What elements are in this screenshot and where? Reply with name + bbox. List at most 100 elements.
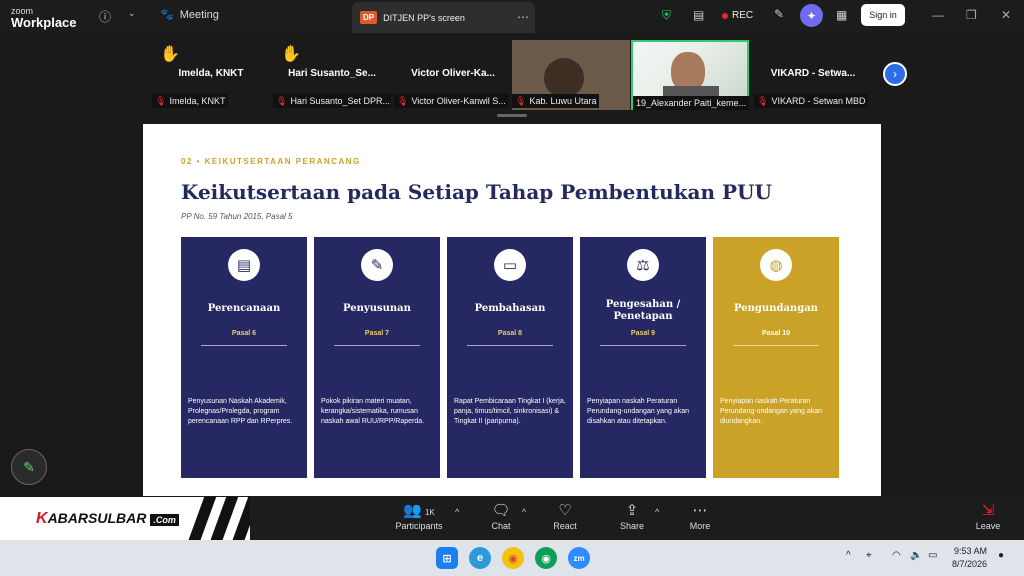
brand-name: KABARSULBAR .Com xyxy=(36,510,179,528)
participant-name: Victor Oliver-Ka... xyxy=(411,68,495,79)
mic-off-icon: 🎙 xyxy=(397,95,409,106)
card-description: Rapat Pembicaraan Tingkat I (kerja, panj… xyxy=(454,398,566,425)
card-description: Penyusunan Naskah Akademik, Prolegnas/Pr… xyxy=(188,398,293,425)
stage-card: ✎ Penyusunan Pasal 7 Pokok pikiran mater… xyxy=(314,237,440,478)
recording-indicator[interactable]: REC xyxy=(722,10,753,21)
sharer-badge: DP xyxy=(360,11,378,24)
minimize-icon[interactable]: — xyxy=(932,8,944,22)
shared-slide: 02 • KEIKUTSERTAAN PERANCANG Keikutserta… xyxy=(143,124,881,496)
participants-icon: 👥 1K xyxy=(403,502,435,519)
close-icon[interactable]: ✕ xyxy=(1001,8,1011,22)
stage-card: ▤ Perencanaan Pasal 6 Penyusunan Naskah … xyxy=(181,237,307,478)
screen-share-tab[interactable]: DP DITJEN PP's screen ⋯ xyxy=(352,2,535,33)
stage-card: ▭ Pembahasan Pasal 8 Rapat Pembicaraan T… xyxy=(447,237,573,478)
apps-icon[interactable]: ▦ xyxy=(836,8,847,22)
record-dot-icon xyxy=(722,12,728,19)
participant-tile[interactable]: ✋ Hari Susanto_Se... 🎙 Hari Susanto_Set D… xyxy=(273,40,391,110)
mic-off-icon: 🎙 xyxy=(515,95,527,106)
edge-icon[interactable]: e xyxy=(469,547,491,569)
meeting-toolbar: KABARSULBAR .Com 👥 1K Participants ^ 🗨 Cha… xyxy=(0,497,1024,540)
more-button[interactable]: ⋯ More xyxy=(670,501,730,531)
slide-title: Keikutsertaan pada Setiap Tahap Pembentu… xyxy=(181,180,772,204)
notification-icon[interactable]: ● xyxy=(998,550,1004,561)
participants-button[interactable]: 👥 1K Participants xyxy=(389,501,449,531)
participant-name: VIKARD - Setwa... xyxy=(770,68,856,79)
share-button[interactable]: ⇪ Share xyxy=(602,501,662,531)
watermark-logo: KABARSULBAR .Com xyxy=(0,497,250,540)
participant-label-text: Imelda, KNKT xyxy=(169,96,226,106)
card-divider xyxy=(600,345,686,346)
participant-video-tile[interactable]: 🎙 Kab. Luwu Utara xyxy=(512,40,630,110)
wifi-icon[interactable]: ◠ xyxy=(892,550,901,561)
participant-label-text: VIKARD - Setwan MBD xyxy=(771,96,866,106)
meeting-tab[interactable]: 🐾 Meeting xyxy=(160,8,219,22)
gavel-icon: ⚖ xyxy=(627,249,659,281)
participants-count: 1K xyxy=(424,508,435,517)
rec-label: REC xyxy=(732,10,754,21)
participant-label-text: Kab. Luwu Utara xyxy=(529,96,597,106)
sign-in-button[interactable]: Sign in xyxy=(861,4,905,26)
chrome-icon[interactable]: ◉ xyxy=(502,547,524,569)
tray-expand-icon[interactable]: ^ xyxy=(846,550,851,561)
participant-label: 🎙 Imelda, KNKT xyxy=(152,94,229,108)
clock-date: 8/7/2026 xyxy=(952,559,988,569)
more-label: More xyxy=(689,521,711,531)
logo-line2: Workplace xyxy=(11,15,77,30)
participant-name: Hari Susanto_Se... xyxy=(288,68,376,79)
battery-icon[interactable]: ▭ xyxy=(928,550,937,561)
card-description: Penyiapan naskah Peraturan Perundang-und… xyxy=(720,398,822,425)
more-icon: ⋯ xyxy=(692,502,708,519)
card-divider xyxy=(334,345,420,346)
shield-icon[interactable]: ⛨ xyxy=(662,8,671,23)
participant-name: Imelda, KNKT xyxy=(178,68,244,79)
info-icon[interactable]: ⓘ xyxy=(99,8,111,25)
participants-strip: ✋ Imelda, KNKT 🎙 Imelda, KNKT ✋ Hari Susa… xyxy=(0,34,1024,120)
zoom-app-icon[interactable]: zm xyxy=(568,547,590,569)
raised-hand-icon: ✋ xyxy=(281,46,301,63)
location-icon[interactable]: ⌖ xyxy=(866,550,872,561)
strip-drag-handle[interactable] xyxy=(497,114,527,117)
participant-tile[interactable]: ✋ Imelda, KNKT 🎙 Imelda, KNKT xyxy=(152,40,270,110)
document-icon: ▤ xyxy=(228,249,260,281)
leave-button[interactable]: ⇲ Leave xyxy=(958,501,1018,531)
wand-icon[interactable]: ✎ xyxy=(774,7,784,21)
system-clock[interactable]: 9:53 AM 8/7/2026 xyxy=(952,545,987,571)
participant-label-text: Victor Oliver-Kanwil S... xyxy=(411,96,506,106)
video-person xyxy=(544,58,584,98)
restore-icon[interactable]: ❐ xyxy=(966,8,977,22)
react-button[interactable]: ♡ React xyxy=(535,501,595,531)
participant-label: 🎙 Kab. Luwu Utara xyxy=(512,94,600,108)
chevron-down-icon[interactable]: ⌄ xyxy=(128,8,136,19)
share-title: DITJEN PP's screen xyxy=(383,12,465,23)
clock-time: 9:53 AM xyxy=(954,546,988,556)
card-divider xyxy=(467,345,553,346)
leave-label: Leave xyxy=(975,521,1001,531)
participant-tile[interactable]: VIKARD - Setwa... 🎙 VIKARD - Setwan MBD xyxy=(754,40,872,110)
participant-label-text: 19_Alexander Paiti_keme... xyxy=(636,98,747,108)
annotate-button[interactable]: ✎ xyxy=(11,449,47,485)
brand-com: .Com xyxy=(150,514,179,526)
react-label: React xyxy=(553,521,577,531)
participant-label: 🎙 VIKARD - Setwan MBD xyxy=(754,94,869,108)
volume-icon[interactable]: 🔈 xyxy=(910,550,922,561)
title-bar: zoom Workplace ⓘ ⌄ 🐾 Meeting DP DITJEN P… xyxy=(0,0,1024,34)
meeting-label: Meeting xyxy=(179,8,219,21)
slide-subtitle: PP No. 59 Tahun 2015, Pasal 5 xyxy=(181,212,293,221)
more-options-icon[interactable]: ⋯ xyxy=(517,10,529,24)
participant-tile[interactable]: Victor Oliver-Ka... 🎙 Victor Oliver-Kanwi… xyxy=(394,40,512,110)
card-description: Pokok pikiran materi muatan, kerangka/si… xyxy=(321,398,425,425)
next-page-button[interactable]: › xyxy=(883,62,907,86)
chat-caret-icon[interactable]: ^ xyxy=(522,507,526,517)
active-speaker-video-tile[interactable]: 19_Alexander Paiti_keme... xyxy=(631,40,750,110)
card-pasal: Pasal 8 xyxy=(497,330,523,337)
share-caret-icon[interactable]: ^ xyxy=(655,507,659,517)
paw-icon: 🐾 xyxy=(160,9,174,21)
stage-card: ◍ Pengundangan Pasal 10 Penyiapan naskah… xyxy=(713,237,839,478)
heart-icon: ♡ xyxy=(558,502,572,519)
summary-icon[interactable]: ▤ xyxy=(693,8,704,22)
windows-start-icon[interactable]: ⊞ xyxy=(436,547,458,569)
mic-off-icon: 🎙 xyxy=(276,95,288,106)
chrome-profile-icon[interactable]: ◉ xyxy=(535,547,557,569)
participants-caret-icon[interactable]: ^ xyxy=(455,507,459,517)
ai-companion-icon[interactable]: ✦ xyxy=(800,4,823,27)
